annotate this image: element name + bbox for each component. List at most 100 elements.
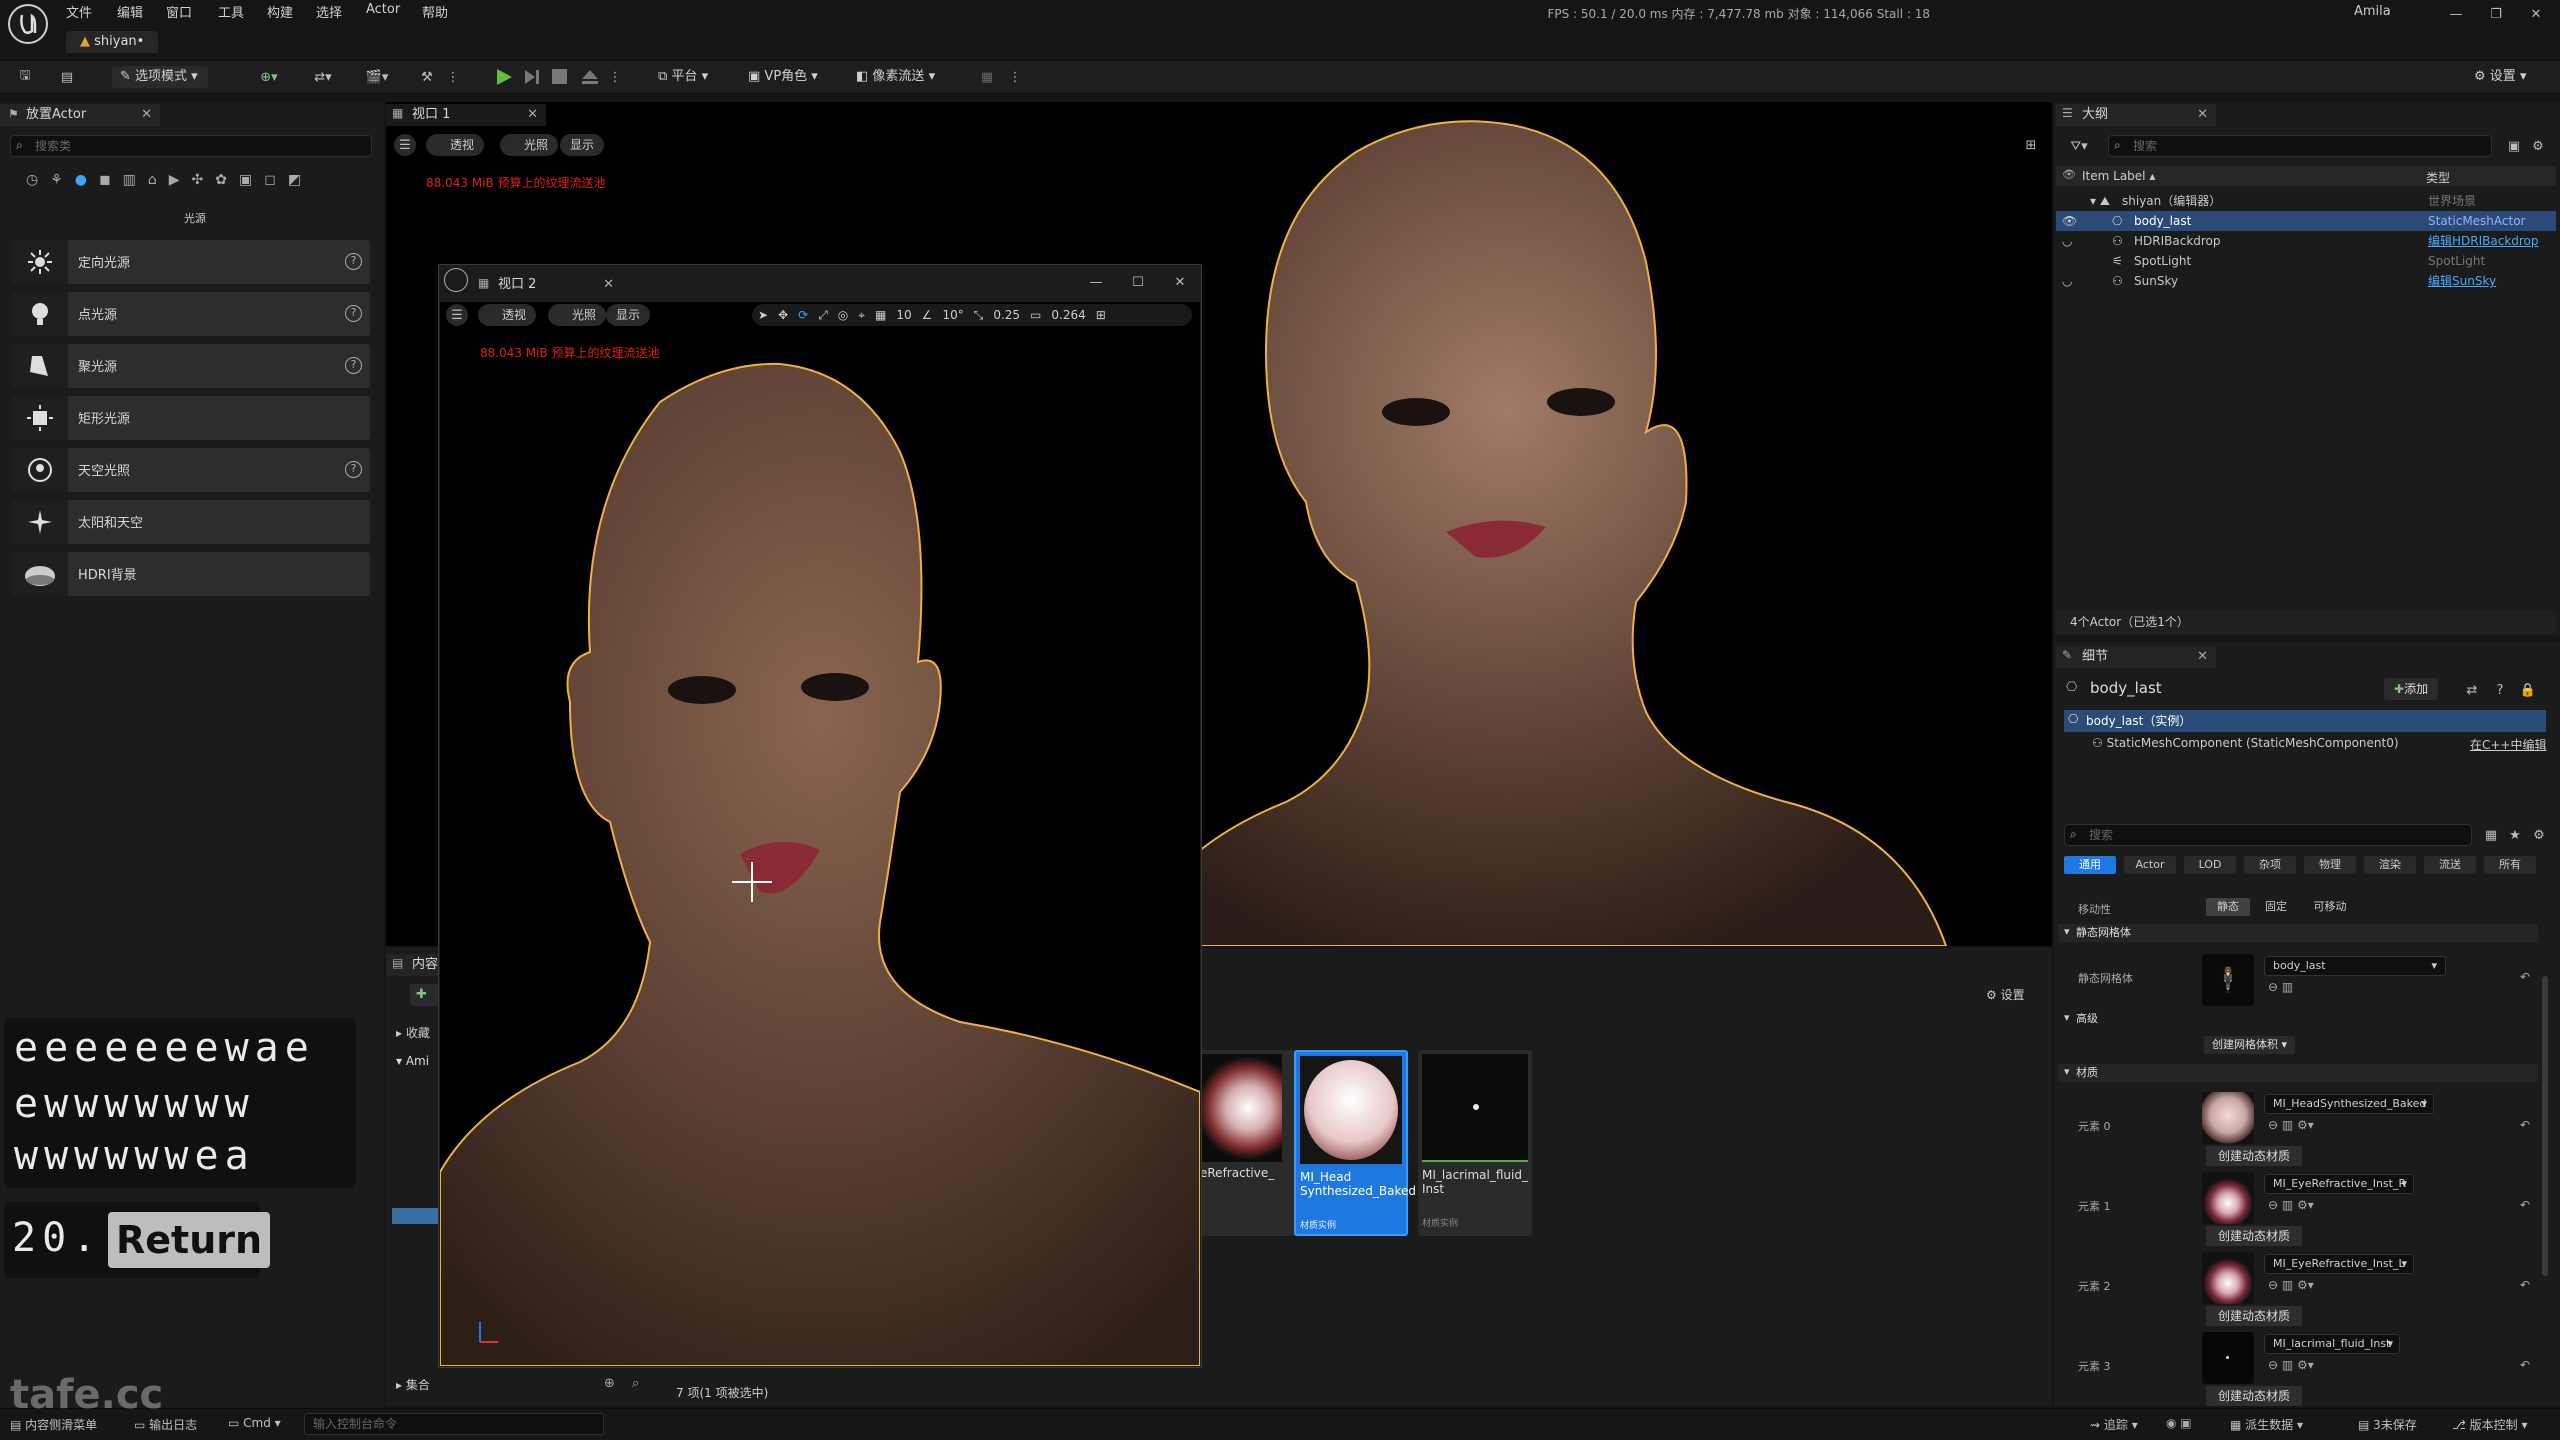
geometry-icon[interactable]: ▶ (169, 172, 180, 196)
unsaved-button[interactable]: ▤ 3未保存 (2358, 1416, 2417, 1433)
details-tab-all[interactable]: 所有 (2484, 856, 2536, 874)
angle-value[interactable]: 10° (942, 308, 963, 322)
create-mesh-dropdown[interactable]: 创建网格体积 ▾ (2204, 1036, 2296, 1054)
mesh-dropdown[interactable]: body_last ▾ (2264, 956, 2446, 976)
filter-icon[interactable]: ⛛▾ (2064, 136, 2094, 156)
classes-icon[interactable]: ✿ (215, 172, 227, 196)
unreal-logo-icon[interactable] (8, 4, 48, 44)
rotate-icon[interactable]: ⟳ (798, 308, 808, 322)
add-component-button[interactable]: ✚添加 (2384, 678, 2439, 700)
place-actor-tab[interactable]: 放置Actor ✕ (0, 104, 160, 126)
cmd-dropdown[interactable]: ▭ Cmd ▾ (228, 1416, 281, 1430)
component-root[interactable]: body_last（实例） (2064, 710, 2546, 732)
close-tab-icon[interactable]: ✕ (527, 104, 538, 126)
outliner-row[interactable]: ◡ ⚇ HDRIBackdrop 编辑HDRIBackdrop (2056, 231, 2556, 251)
minimize-icon[interactable]: — (2446, 4, 2466, 24)
misc-icon[interactable]: ◩ (288, 172, 301, 196)
add-folder-icon[interactable]: ▣ (2504, 136, 2524, 156)
use-selected-icon[interactable]: ⊖ ▥ (2268, 980, 2293, 994)
outliner-row[interactable]: ⚟ SpotLight SpotLight (2056, 251, 2556, 271)
outliner-tab[interactable]: 大纲 ✕ (2056, 104, 2216, 126)
section-advanced[interactable]: 高级 (2058, 1010, 2538, 1028)
material-dropdown[interactable]: MI_EyeRefractive_Inst_R ▾ (2264, 1174, 2414, 1194)
help-icon[interactable]: ? (345, 357, 362, 374)
menu-help[interactable]: 帮助 (422, 2, 448, 21)
material-thumbnail[interactable] (2202, 1252, 2254, 1304)
play-options-icon[interactable]: ⋮ (609, 66, 622, 88)
cinematic-icon[interactable]: ▥ (123, 172, 136, 196)
surface-snap-icon[interactable]: ⌖ (858, 308, 865, 323)
scale-snap-icon[interactable]: ⤡ (974, 308, 984, 323)
create-dynamic-material-button[interactable]: 创建动态材质 (2206, 1146, 2303, 1166)
visual-effects-icon[interactable]: ⌂ (148, 172, 157, 196)
details-tab-lod[interactable]: LOD (2184, 856, 2236, 874)
toolbar-more-icon[interactable]: ⋮ (1009, 66, 1022, 88)
source-icon[interactable]: ▦ (976, 66, 998, 88)
select-icon[interactable]: ➤ (758, 308, 768, 322)
outliner-row-selected[interactable]: 👁 ⎔ body_last StaticMeshActor (2056, 211, 2556, 231)
actor-sun-sky[interactable]: 太阳和天空 (12, 500, 370, 544)
play-icon[interactable] (494, 67, 514, 87)
grid-view-icon[interactable]: ▦ (2482, 826, 2500, 844)
details-tab-misc[interactable]: 杂项 (2244, 856, 2296, 874)
material-tools-icon[interactable]: ⊖ ▥ ⚙▾ (2268, 1118, 2314, 1132)
material-thumbnail[interactable] (2202, 1332, 2254, 1384)
menu-select[interactable]: 选择 (316, 2, 342, 21)
reset-icon[interactable]: ↶ (2520, 970, 2530, 984)
viewport-1-tab[interactable]: 视口 1 ✕ (386, 104, 546, 126)
vp-role-dropdown[interactable]: ▣ VP角色 ▾ (748, 66, 818, 88)
derived-data-dropdown[interactable]: ▦ 派生数据 ▾ (2230, 1416, 2303, 1433)
close-tab-icon[interactable]: ✕ (2197, 104, 2208, 126)
menu-edit[interactable]: 编辑 (117, 2, 143, 21)
col-type[interactable]: 类型 (2426, 169, 2450, 186)
mode-dropdown[interactable]: ✎ 选项模式 ▾ (112, 66, 208, 88)
browse-icon[interactable]: ▤ (56, 66, 78, 88)
mesh-icon[interactable]: ◻ (264, 172, 276, 196)
scale-icon[interactable]: ⤢ (818, 308, 828, 323)
material-tools-icon[interactable]: ⊖ ▥ ⚙▾ (2268, 1198, 2314, 1212)
help-icon[interactable]: ? (345, 305, 362, 322)
settings-button[interactable]: ⚙ 设置 ▾ (2474, 66, 2526, 88)
collections-label[interactable]: ▸ 收藏 (396, 1024, 430, 1041)
viewport-2-menu-icon[interactable]: ☰ (446, 304, 468, 326)
restore-icon[interactable]: ❐ (2486, 4, 2506, 24)
viewport-2-show[interactable]: 显示 (606, 304, 651, 326)
window-close-icon[interactable]: ✕ (1170, 272, 1190, 292)
search-sets-icon[interactable]: ⌕ (632, 1376, 639, 1391)
outliner-settings-icon[interactable]: ⚙ (2528, 136, 2548, 156)
platform-dropdown[interactable]: ⧉ 平台 ▾ (658, 66, 708, 88)
col-label[interactable]: Item Label ▴ (2082, 169, 2155, 183)
menu-window[interactable]: 窗口 (166, 2, 192, 21)
asset-tile-head[interactable]: MI_Head Synthesized_Baked 材质实例 (1294, 1050, 1416, 1236)
sets-label[interactable]: ▸ 集合 (396, 1376, 430, 1393)
actor-rect-light[interactable]: 矩形光源 (12, 396, 370, 440)
viewport-1-lit[interactable]: 光照 (500, 134, 559, 156)
pixel-stream-dropdown[interactable]: ◧ 像素流送 ▾ (856, 66, 935, 88)
details-settings-icon[interactable]: ⚙ (2530, 826, 2548, 844)
project-tab[interactable]: ▲ shiyan• (66, 31, 159, 53)
component-row[interactable]: ⚇ StaticMeshComponent (StaticMeshCompone… (2092, 736, 2399, 750)
cinematics-icon[interactable]: 🎬▾ (360, 66, 394, 88)
details-scrollbar[interactable] (2542, 976, 2548, 1276)
reset-icon[interactable]: ↶ (2520, 1358, 2530, 1372)
details-tab-streaming[interactable]: 流送 (2424, 856, 2476, 874)
create-dynamic-material-button[interactable]: 创建动态材质 (2206, 1226, 2303, 1246)
close-tab-icon[interactable]: ✕ (2197, 646, 2208, 668)
content-settings[interactable]: ⚙ 设置 (1986, 986, 2025, 1003)
visibility-icon[interactable]: ◡ (2062, 231, 2072, 251)
selected-folder[interactable] (392, 1208, 438, 1224)
material-tools-icon[interactable]: ⊖ ▥ ⚙▾ (2268, 1358, 2314, 1372)
more-icon[interactable]: ⋮ (447, 66, 460, 88)
angle-icon[interactable]: ∠ (922, 308, 933, 322)
actor-sky-light[interactable]: 天空光照? (12, 448, 370, 492)
mobility-movable[interactable]: 可移动 (2302, 898, 2358, 916)
help-icon[interactable]: ? (2490, 680, 2510, 700)
menu-actor[interactable]: Actor (366, 2, 400, 17)
mobility-stationary[interactable]: 固定 (2254, 898, 2298, 916)
favorite-icon[interactable]: ★ (2506, 826, 2524, 844)
actor-spot-light[interactable]: 聚光源? (12, 344, 370, 388)
help-icon[interactable]: ? (345, 253, 362, 270)
blueprint-convert-icon[interactable]: ⇄ (2462, 680, 2482, 700)
volumes-icon[interactable]: ✣ (192, 172, 204, 196)
viewport-layout-icon[interactable]: ⊞ (2020, 134, 2042, 156)
